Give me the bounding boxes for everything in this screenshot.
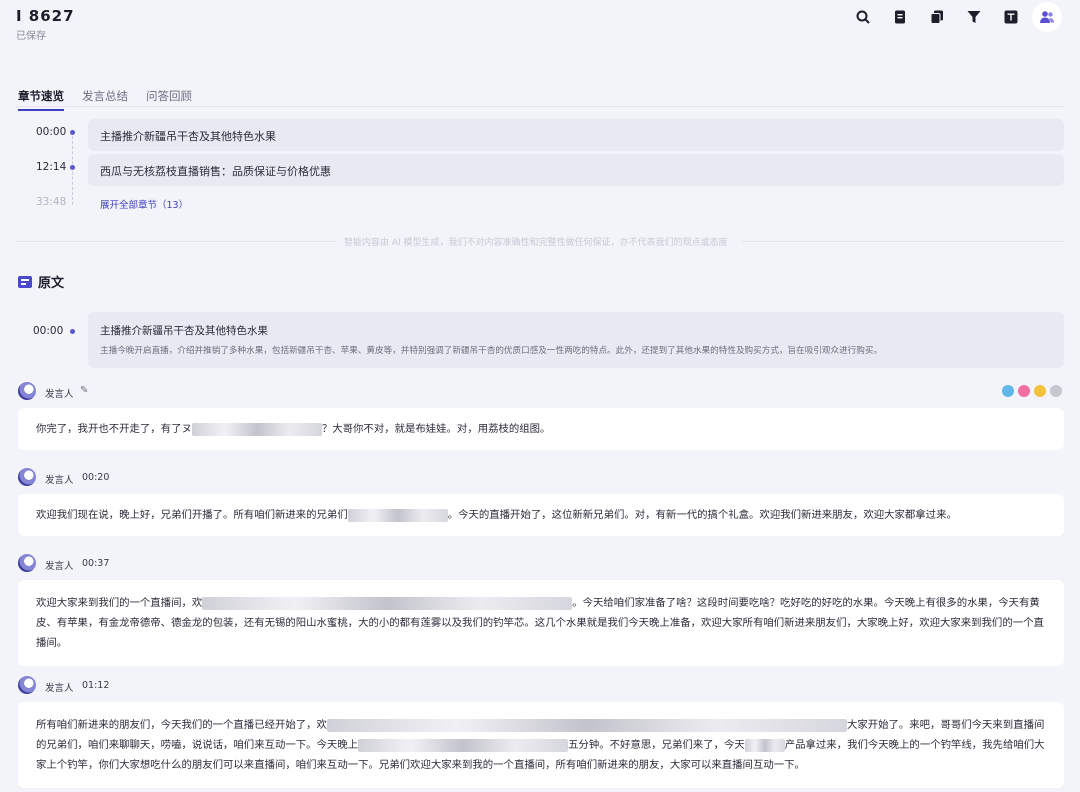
timeline-dot [70,329,75,334]
speaker-block: 发言人 ✎ 你完了，我开也不开走了，有了ヌ ？大哥你不对，就是布娃娃。对，用荔枝的… [18,382,1064,450]
redacted-segment [744,738,785,752]
transcript-segment: 所有咱们新进来的朋友们，今天我们的一个直播已经开始了，欢 [36,719,327,731]
transcript-text[interactable]: 你完了，我开也不开走了，有了ヌ ？大哥你不对，就是布娃娃。对，用荔枝的组图。 [18,408,1064,450]
expand-all-chapters-link[interactable]: 展开全部章节（13） [100,197,188,211]
transcript-segment: ？大哥你不对，就是布娃娃。对，用荔枝的组图。 [321,423,551,435]
chapter-time: 00:00 [33,325,64,337]
filter-icon[interactable] [958,6,990,28]
redacted-segment [326,718,847,732]
speaker-avatar [18,468,36,486]
save-status: 已保存 [16,31,46,42]
copy-icon[interactable] [921,6,953,28]
chapter-title[interactable]: 主播推介新疆吊干杏及其他特色水果 [88,119,1064,151]
speaker-name[interactable]: 发言人 [45,472,74,486]
chapter-title: 主播推介新疆吊干杏及其他特色水果 [100,325,268,337]
document-title[interactable]: I 8627 [16,7,75,25]
translate-icon[interactable] [995,6,1027,28]
section-label: 原文 [38,276,65,291]
chapter-item[interactable]: 12:14 西瓜与无核荔枝直播销售：品质保证与价格优惠 [16,154,1066,186]
chapter-card[interactable]: 主播推介新疆吊干杏及其他特色水果 主播今晚开启直播，介绍并推销了多种水果，包括新… [88,312,1064,368]
divider [742,241,1064,242]
timeline-dot [70,130,75,135]
speaker-block: 发言人 00:37 欢迎大家来到我们的一个直播间，欢 。今天给咱们家准备了啥？这段… [18,554,1064,666]
transcript-text[interactable]: 所有咱们新进来的朋友们，今天我们的一个直播已经开始了，欢 大家开始了。来吧，哥哥们… [18,702,1064,788]
transcript-segment: 你完了，我开也不开走了，有了ヌ [36,423,192,435]
chapter-item[interactable]: 00:00 主播推介新疆吊干杏及其他特色水果 [16,119,1066,151]
chapter-title[interactable]: 西瓜与无核荔枝直播销售：品质保证与价格优惠 [88,154,1064,186]
speaker-avatar [18,382,36,400]
chapter-summary: 主播今晚开启直播，介绍并推销了多种水果，包括新疆吊干杏、苹果、黄皮等，并特别强调… [100,346,883,356]
divider [16,106,1064,107]
speaker-block: 发言人 00:20 欢迎我们现在说，晚上好，兄弟们开播了。所有咱们新进来的兄弟们… [18,468,1064,536]
speaker-timestamp[interactable]: 00:37 [82,558,109,569]
timeline-dot [70,165,75,170]
search-icon[interactable] [847,6,879,28]
header: I 8627 已保存 [0,0,1080,60]
toolbar [842,2,1062,32]
transcript-segment: 欢迎我们现在说，晚上好，兄弟们开播了。所有咱们新进来的兄弟们 [36,509,348,521]
transcript-text[interactable]: 欢迎我们现在说，晚上好，兄弟们开播了。所有咱们新进来的兄弟们 。今天的直播开始了，… [18,494,1064,536]
users-icon[interactable] [1032,2,1062,32]
transcript-text[interactable]: 欢迎大家来到我们的一个直播间，欢 。今天给咱们家准备了啥？这段时间要吃啥？吃好吃的… [18,580,1064,666]
document-icon[interactable] [884,6,916,28]
speaker-name[interactable]: 发言人 [45,558,74,572]
speaker-timestamp[interactable]: 00:20 [82,472,109,483]
redacted-segment [202,596,573,610]
speaker-block: 发言人 01:12 所有咱们新进来的朋友们，今天我们的一个直播已经开始了，欢 大家… [18,676,1064,788]
tab-qa-review[interactable]: 问答回顾 [146,88,192,111]
chapter-time: 33:48 [36,196,67,208]
tab-speaker-summary[interactable]: 发言总结 [82,88,128,111]
original-text-heading: 原文 [18,272,64,291]
edit-icon[interactable]: ✎ [80,385,88,396]
speaker-name[interactable]: 发言人 [45,680,74,694]
speaker-avatar [18,676,36,694]
divider [16,241,336,242]
chapter-time: 12:14 [36,161,67,173]
transcript-segment: 。今天的直播开始了，这位新新兄弟们。对，有新一代的搞个礼盒。欢迎我们新进来朋友，… [447,509,957,521]
speaker-avatar [18,554,36,572]
summary-tabs: 章节速览 发言总结 问答回顾 [18,88,210,111]
speaker-timestamp[interactable]: 01:12 [82,680,109,691]
tab-chapter-overview[interactable]: 章节速览 [18,88,64,111]
redacted-segment [347,508,448,522]
redacted-segment [358,738,569,752]
ai-disclaimer: 智能内容由 AI 模型生成，我们不对内容准确性和完整性做任何保证，亦不代表我们的… [344,238,728,248]
transcript-segment: 欢迎大家来到我们的一个直播间，欢 [36,597,203,609]
speaker-name[interactable]: 发言人 [45,386,74,400]
redacted-segment [191,422,322,436]
text-icon [18,275,32,288]
chapter-time: 00:00 [36,126,67,138]
original-chapter[interactable]: 00:00 主播推介新疆吊干杏及其他特色水果 主播今晚开启直播，介绍并推销了多种… [16,312,1066,368]
transcript-segment: 五分钟。不好意思，兄弟们来了，今天 [568,739,745,751]
